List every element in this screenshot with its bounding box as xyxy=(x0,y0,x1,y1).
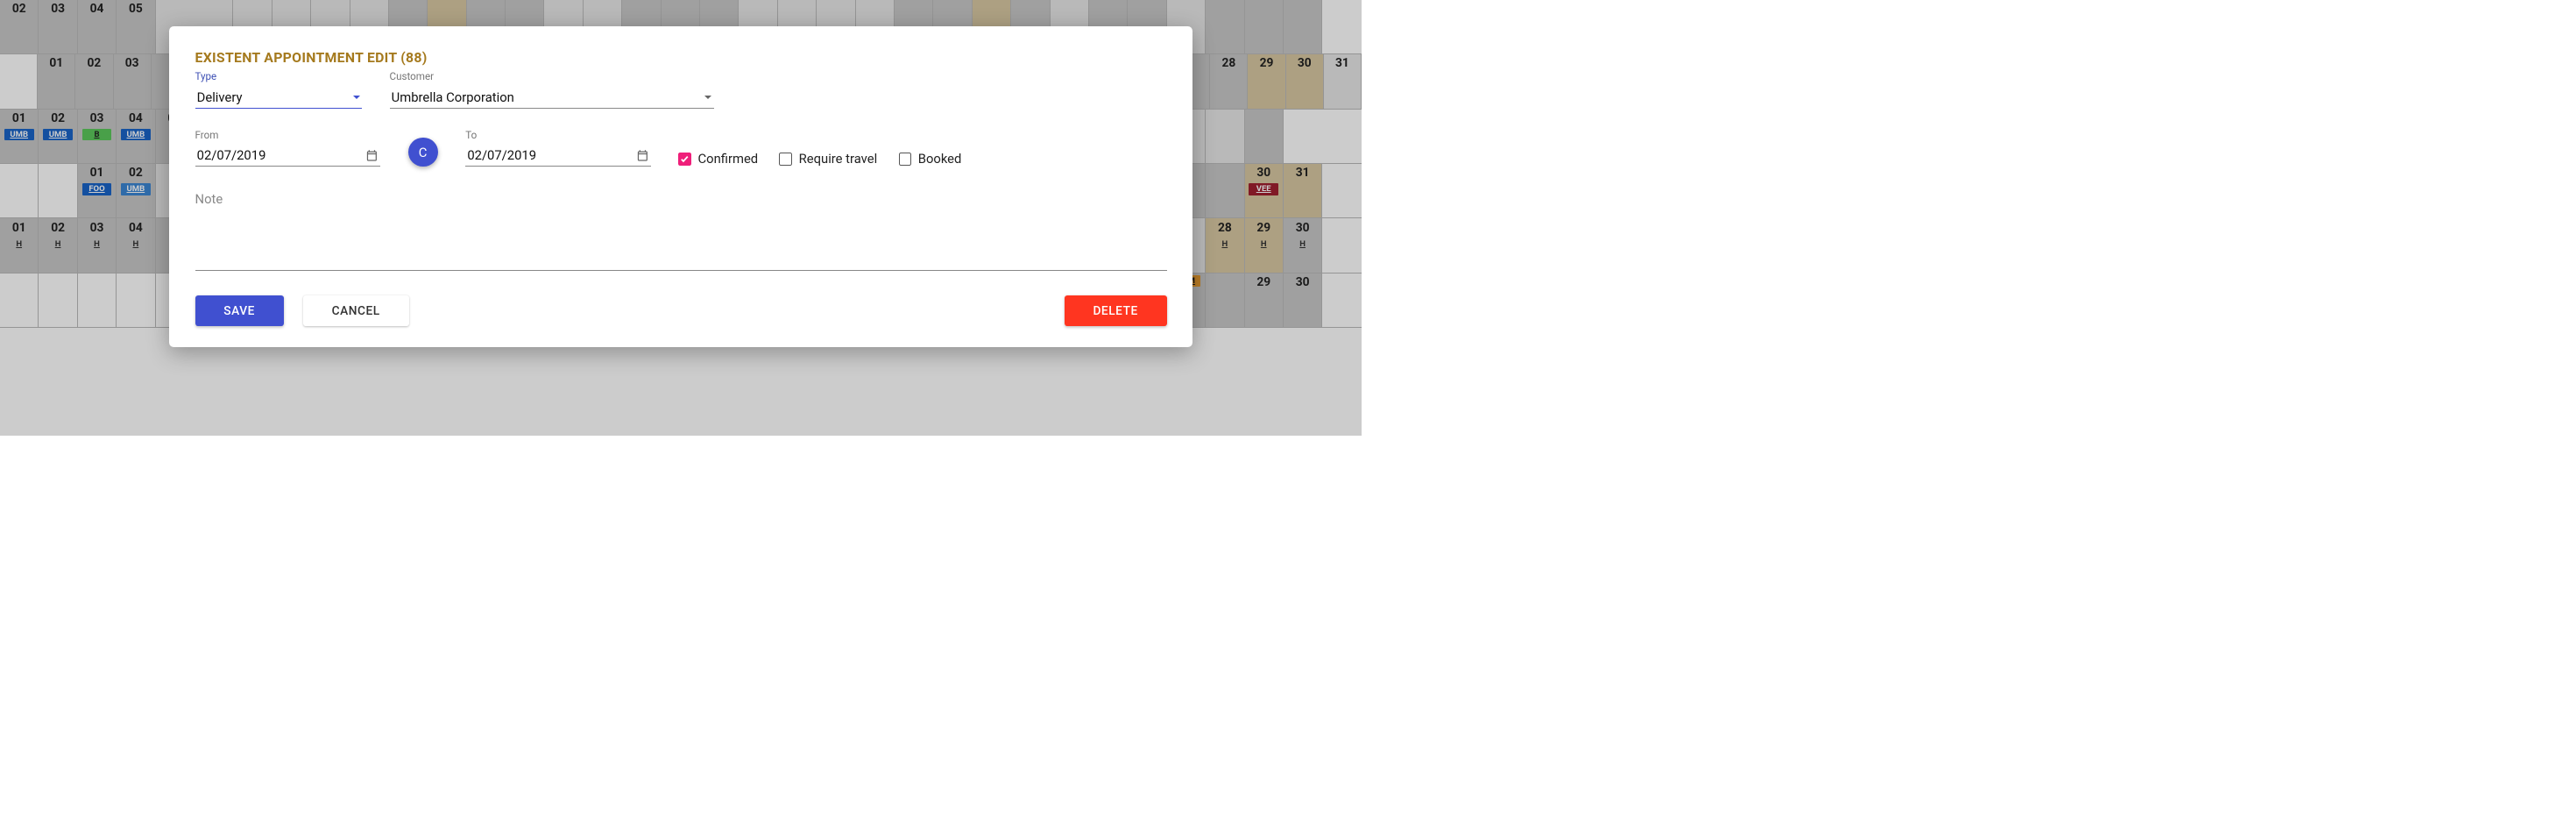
cancel-button[interactable]: CANCEL xyxy=(303,295,409,326)
confirmed-label: Confirmed xyxy=(698,151,759,167)
to-label: To xyxy=(465,129,650,141)
calendar-icon[interactable] xyxy=(636,149,649,162)
checkbox-box xyxy=(779,153,792,166)
delete-button[interactable]: DELETE xyxy=(1065,295,1167,326)
confirmed-checkbox[interactable]: Confirmed xyxy=(678,151,758,167)
from-value: 02/07/2019 xyxy=(197,147,266,163)
to-date-field[interactable]: To 02/07/2019 xyxy=(465,129,650,167)
calendar-icon[interactable] xyxy=(365,149,379,162)
type-value: Delivery xyxy=(197,89,243,105)
chevron-down-icon xyxy=(353,96,360,99)
to-value: 02/07/2019 xyxy=(467,147,536,163)
modal-overlay: EXISTENT APPOINTMENT EDIT (88) Type Deli… xyxy=(0,0,1362,436)
checkbox-box xyxy=(678,153,691,166)
travel-checkbox[interactable]: Require travel xyxy=(779,151,877,167)
modal-title: EXISTENT APPOINTMENT EDIT (88) xyxy=(195,49,1167,66)
note-field xyxy=(195,188,1167,273)
customer-value: Umbrella Corporation xyxy=(392,89,514,105)
customer-field[interactable]: Customer Umbrella Corporation xyxy=(390,70,714,109)
from-label: From xyxy=(195,129,380,141)
checkbox-group: Confirmed Require travel Booked xyxy=(678,151,961,167)
from-date-field[interactable]: From 02/07/2019 xyxy=(195,129,380,167)
copy-date-button[interactable]: C xyxy=(408,138,438,167)
modal-button-row: SAVE CANCEL DELETE xyxy=(195,295,1167,326)
booked-checkbox[interactable]: Booked xyxy=(899,151,962,167)
check-icon xyxy=(680,154,690,164)
note-textarea[interactable] xyxy=(195,188,1167,271)
customer-label: Customer xyxy=(390,70,714,82)
checkbox-box xyxy=(899,153,912,166)
travel-label: Require travel xyxy=(799,151,878,167)
type-label: Type xyxy=(195,70,362,82)
booked-label: Booked xyxy=(918,151,962,167)
appointment-edit-modal: EXISTENT APPOINTMENT EDIT (88) Type Deli… xyxy=(169,26,1192,348)
save-button[interactable]: SAVE xyxy=(195,295,284,326)
chevron-down-icon xyxy=(704,96,711,99)
type-field[interactable]: Type Delivery xyxy=(195,70,362,109)
copy-button-label: C xyxy=(419,145,428,160)
